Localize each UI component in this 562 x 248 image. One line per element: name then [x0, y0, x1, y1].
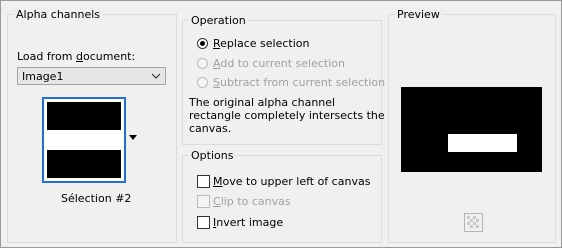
channel-thumbnail-button[interactable]: [42, 97, 126, 183]
preview-title: Preview: [395, 8, 442, 21]
operation-title: Operation: [189, 14, 248, 27]
channel-picker-arrow-icon[interactable]: [126, 97, 140, 183]
checkbox-clip-icon: [197, 195, 210, 208]
options-title: Options: [189, 149, 236, 162]
thumbnail-caption: Sélection #2: [61, 192, 132, 205]
preview-image: [401, 87, 542, 172]
alpha-load-dialog: Alpha channels Load from document: Image…: [0, 0, 562, 248]
radio-add-icon: [197, 58, 208, 69]
checkerboard-icon[interactable]: [464, 213, 483, 232]
channel-thumbnail-image: [47, 102, 121, 178]
load-from-document-label: Load from document:: [17, 50, 136, 63]
radio-replace-icon: [197, 38, 208, 49]
radio-subtract-icon: [197, 77, 208, 88]
chevron-down-icon: [151, 73, 161, 79]
document-select[interactable]: Image1: [17, 67, 166, 85]
checkbox-invert-icon: [197, 216, 210, 229]
alpha-channels-title: Alpha channels: [14, 8, 103, 21]
document-select-value: Image1: [22, 70, 64, 83]
checkbox-move-icon: [197, 175, 210, 188]
